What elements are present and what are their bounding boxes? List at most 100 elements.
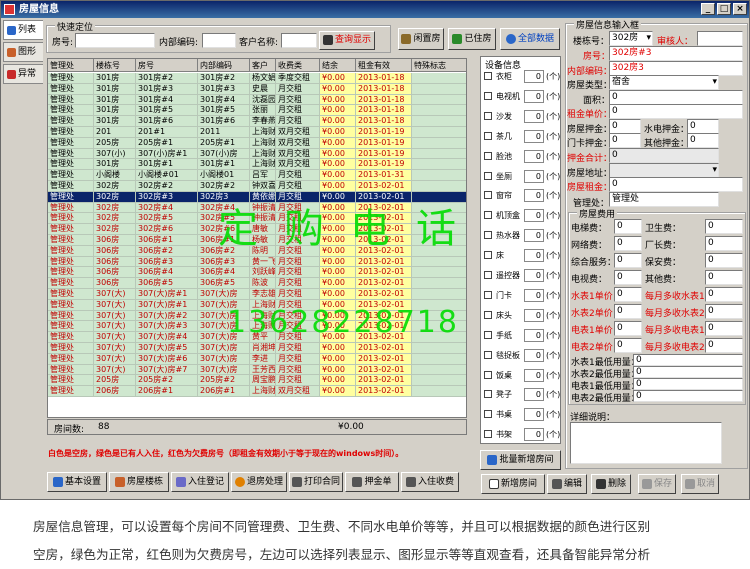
- equipment-qty-input[interactable]: 0: [524, 229, 544, 243]
- table-row[interactable]: 管理处 301房 301房#1 301房#1 上海财 双月交租 ¥0.00 2013-01-1…: [48, 159, 466, 171]
- equipment-checkbox[interactable]: [484, 350, 492, 359]
- fee-input[interactable]: 0: [614, 304, 642, 319]
- area-input[interactable]: 0: [609, 90, 743, 105]
- search-button[interactable]: 查询显示: [319, 31, 375, 50]
- cancel-button[interactable]: 取消: [681, 474, 719, 494]
- equipment-qty-input[interactable]: 0: [524, 169, 544, 183]
- fee-input-2[interactable]: 0: [705, 304, 743, 319]
- table-row[interactable]: 管理处 301房 301房#5 301房#5 张丽 月交租 ¥0.00 2013-01-18: [48, 105, 466, 117]
- equipment-qty-input[interactable]: 0: [524, 249, 544, 263]
- usage-input[interactable]: 0: [633, 354, 743, 366]
- fee-input[interactable]: 0: [614, 287, 642, 302]
- equipment-checkbox[interactable]: [484, 390, 492, 399]
- fee-input[interactable]: 0: [614, 253, 642, 268]
- table-row[interactable]: 管理处 301房 301房#6 301房#6 李春燕 月交租 ¥0.00 2013-01-18: [48, 116, 466, 127]
- column-header[interactable]: 客户: [250, 59, 276, 72]
- equipment-checkbox[interactable]: [484, 231, 492, 240]
- column-header[interactable]: 管理处: [48, 59, 94, 72]
- equipment-checkbox[interactable]: [484, 310, 492, 319]
- equipment-checkbox[interactable]: [484, 410, 492, 419]
- equipment-checkbox[interactable]: [484, 370, 492, 379]
- table-row[interactable]: 管理处 302房 302房#2 302房#2 钟双喜 月交租 ¥0.00 2013-02-01: [48, 181, 466, 192]
- code-input[interactable]: 302房3: [609, 61, 743, 76]
- vacant-button[interactable]: 闲置房: [398, 28, 444, 50]
- column-header[interactable]: 特殊标志: [412, 59, 466, 72]
- equipment-checkbox[interactable]: [484, 330, 492, 339]
- card-deposit-input[interactable]: 0: [609, 133, 641, 148]
- equipment-checkbox[interactable]: [484, 290, 492, 299]
- building-select[interactable]: 302房 ▾: [609, 31, 653, 46]
- equipment-qty-input[interactable]: 0: [524, 89, 544, 103]
- save-button[interactable]: 保存: [638, 474, 676, 494]
- maximize-button[interactable]: □: [717, 3, 731, 15]
- table-row[interactable]: 管理处 201 201#1 2011 上海财 双月交租 ¥0.00 2013-01-19: [48, 127, 466, 138]
- equipment-qty-input[interactable]: 0: [524, 388, 544, 402]
- equipment-qty-input[interactable]: 0: [524, 109, 544, 123]
- equipment-checkbox[interactable]: [484, 251, 492, 260]
- other-deposit-input[interactable]: 0: [687, 133, 719, 148]
- equipment-checkbox[interactable]: [484, 131, 492, 140]
- deposit-input[interactable]: 0: [609, 119, 641, 134]
- fee-input-2[interactable]: 0: [705, 219, 743, 234]
- equipment-checkbox[interactable]: [484, 111, 492, 120]
- table-row[interactable]: 管理处 307(大) 307(大)房#1 307(大)房 李志雄 月交租 ¥0.00 2013…: [48, 289, 466, 300]
- equipment-checkbox[interactable]: [484, 271, 492, 279]
- table-row[interactable]: 管理处 301房 301房#4 301房#4 沈磊园 月交租 ¥0.00 2013-01-18: [48, 94, 466, 106]
- equipment-qty-input[interactable]: 0: [524, 269, 544, 282]
- table-row[interactable]: 管理处 307(大) 307(大)房#5 307(大)房 肖湘坤 月交租 ¥0.00 2013…: [48, 343, 466, 354]
- equipment-qty-input[interactable]: 0: [524, 428, 544, 442]
- fee-input[interactable]: 0: [614, 270, 642, 285]
- equipment-checkbox[interactable]: [484, 151, 492, 160]
- equipment-qty-input[interactable]: 0: [524, 308, 544, 322]
- mgmt-input[interactable]: 管理处: [609, 192, 719, 207]
- occupied-button[interactable]: 已住房: [448, 28, 496, 50]
- client-search-input[interactable]: [281, 33, 317, 48]
- batch-add-rooms-button[interactable]: 批量新增房间: [480, 450, 561, 470]
- table-row[interactable]: 管理处 205房 205房#1 205房#1 上海财 双月交租 ¥0.00 2013-01-1…: [48, 137, 466, 149]
- detail-textarea[interactable]: [570, 422, 722, 464]
- equipment-qty-input[interactable]: 0: [524, 408, 544, 422]
- rent-input[interactable]: 0: [609, 177, 743, 192]
- tab-graphic[interactable]: 图形: [3, 42, 43, 62]
- column-header[interactable]: 内部编码: [198, 59, 250, 72]
- fee-input-2[interactable]: 0: [705, 236, 743, 251]
- print-contract-button[interactable]: 打印合同: [289, 472, 343, 492]
- code-search-input[interactable]: [202, 33, 236, 48]
- equipment-qty-input[interactable]: 0: [524, 189, 544, 203]
- table-row[interactable]: 管理处 205房 205房#2 205房#2 周宝鹏 月交租 ¥0.00 2013-02-01: [48, 375, 466, 387]
- column-header[interactable]: 租金有效: [356, 59, 412, 72]
- table-row[interactable]: 管理处 206房 206房#1 206房#1 上海财 双月交租 ¥0.00 2013-02-0…: [48, 386, 466, 397]
- deposit-slip-button[interactable]: 押金单: [345, 472, 399, 492]
- column-header[interactable]: 收费类: [276, 59, 320, 72]
- fee-input[interactable]: 0: [614, 236, 642, 251]
- room-type-select[interactable]: 宿舍 ▾: [609, 75, 719, 90]
- equipment-qty-input[interactable]: 0: [524, 368, 544, 382]
- table-row[interactable]: 管理处 307(大) 307(大)房#6 307(大)房 李进 月交租 ¥0.00 2013-…: [48, 353, 466, 365]
- edit-button[interactable]: 编辑: [547, 474, 587, 494]
- column-header[interactable]: 楼栋号: [94, 59, 136, 72]
- minimize-button[interactable]: _: [701, 3, 715, 15]
- equipment-checkbox[interactable]: [484, 191, 492, 200]
- fee-input-2[interactable]: 0: [705, 321, 743, 336]
- room-input[interactable]: 302房#3: [609, 46, 743, 61]
- table-row[interactable]: 管理处 301房 301房#3 301房#3 史晨 月交租 ¥0.00 2013-01-18: [48, 83, 466, 95]
- table-row[interactable]: 管理处 307(大) 307(大)房#7 307(大)房 王芳西 月交租 ¥0.00 2013…: [48, 364, 466, 376]
- equipment-qty-input[interactable]: 0: [524, 129, 544, 143]
- usage-input[interactable]: 0: [633, 378, 743, 390]
- equipment-qty-input[interactable]: 0: [524, 288, 544, 302]
- fee-input-2[interactable]: 0: [705, 253, 743, 268]
- equipment-checkbox[interactable]: [484, 91, 492, 100]
- tab-exception[interactable]: 异常: [3, 64, 43, 84]
- table-row[interactable]: 管理处 306房 306房#3 306房#3 黄一飞 月交租 ¥0.00 2013-02-01: [48, 256, 466, 268]
- table-row[interactable]: 管理处 小阁楼 小阁楼#01 小阁楼01 吕军 月交租 ¥0.00 2013-01-31: [48, 170, 466, 181]
- table-row[interactable]: 管理处 307(小) 307(小)房#1 307(小)房 上海财 双月交租 ¥0.00 201…: [48, 148, 466, 160]
- equipment-checkbox[interactable]: [484, 72, 492, 80]
- delete-button[interactable]: 删除: [591, 474, 631, 494]
- equipment-qty-input[interactable]: 0: [524, 348, 544, 362]
- fee-input-2[interactable]: 0: [705, 338, 743, 353]
- fee-input[interactable]: 0: [614, 338, 642, 353]
- column-header[interactable]: 结余: [320, 59, 356, 72]
- basic-settings-button[interactable]: 基本设置: [47, 472, 107, 492]
- tab-list[interactable]: 列表: [3, 20, 43, 40]
- equipment-checkbox[interactable]: [484, 171, 492, 180]
